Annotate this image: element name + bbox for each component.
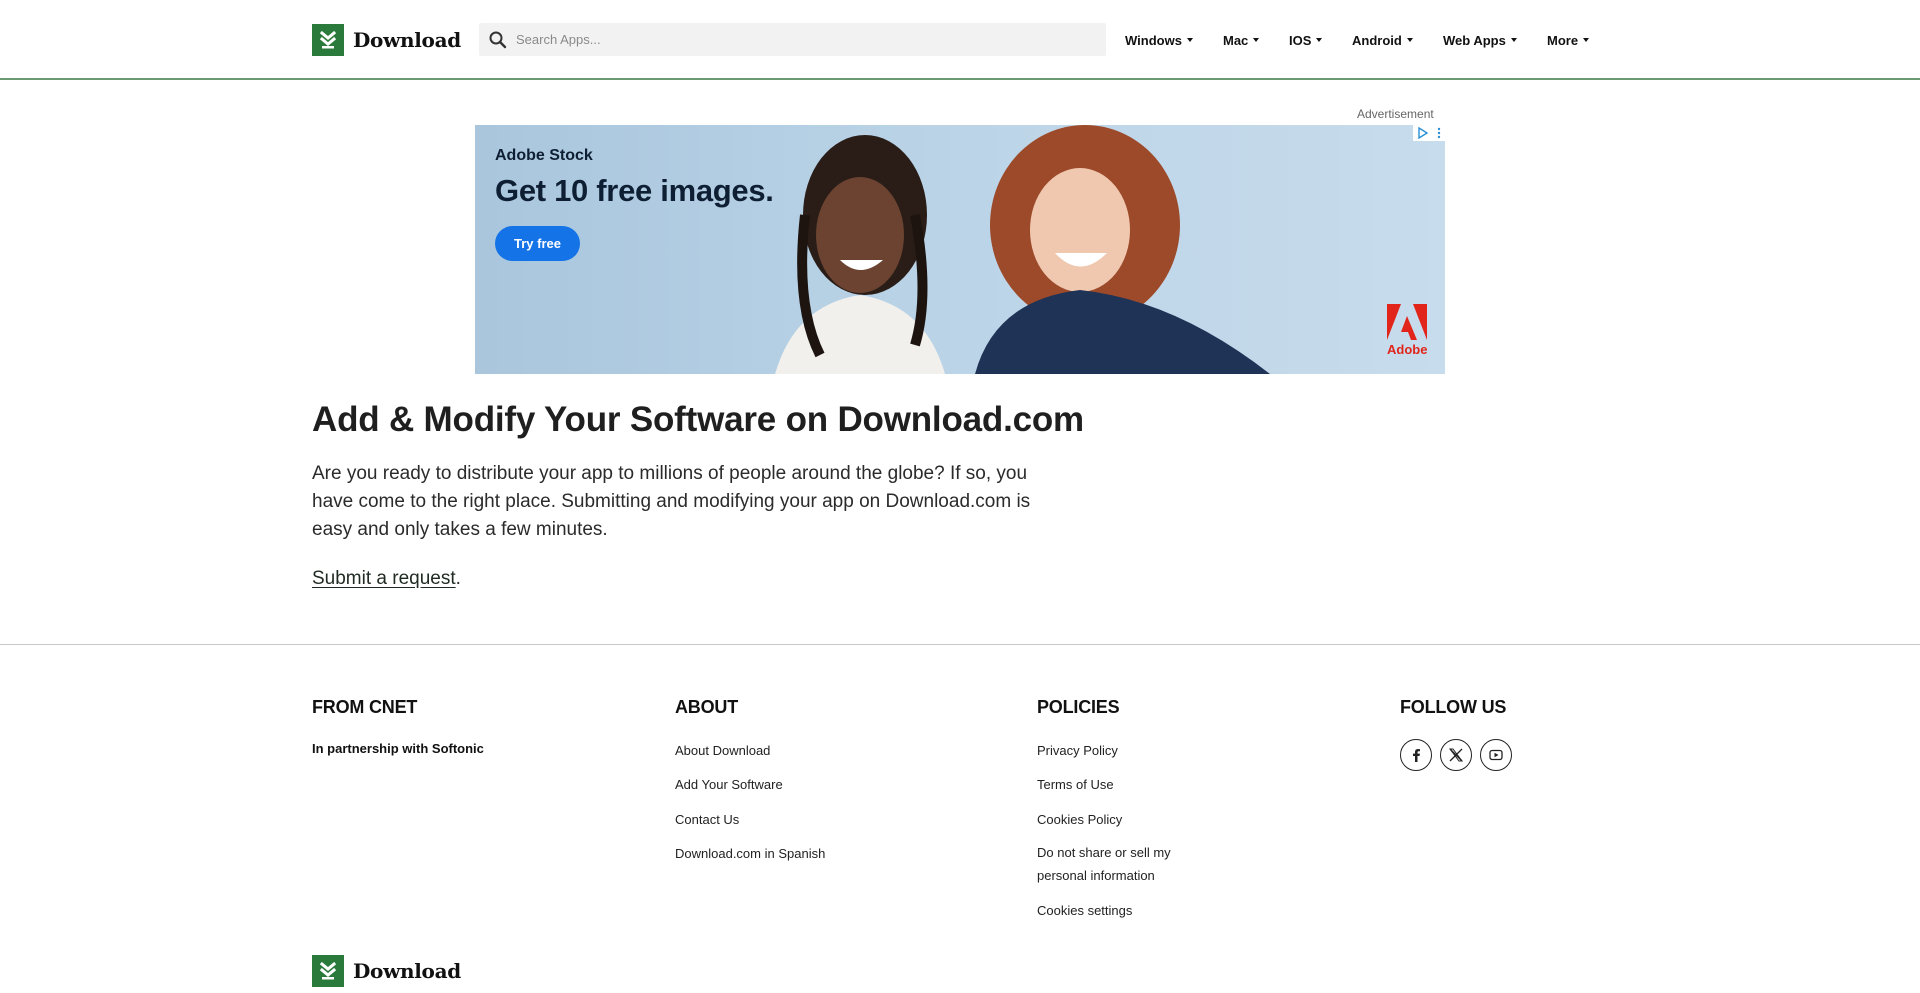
footer-policies-title: POLICIES: [1037, 697, 1120, 717]
advertisement-label: Advertisement: [1357, 107, 1434, 121]
footer-from-cnet-title: FROM CNET: [312, 697, 418, 717]
footer-link-about-download[interactable]: About Download: [675, 739, 770, 762]
search-icon: [489, 31, 507, 48]
footer-link-contact-us[interactable]: Contact Us: [675, 808, 739, 831]
footer-link-do-not-sell[interactable]: Do not share or sell my personal informa…: [1037, 841, 1207, 887]
nav-more[interactable]: More: [1547, 30, 1590, 50]
submit-line: Submit a request.: [312, 568, 461, 589]
submit-request-link[interactable]: Submit a request: [312, 568, 456, 589]
adobe-icon: [1387, 304, 1427, 340]
download-arrow-icon: [312, 24, 344, 56]
search-input[interactable]: [516, 32, 1076, 47]
ad-photo: [775, 125, 1270, 374]
youtube-icon[interactable]: [1480, 739, 1512, 771]
footer-link-add-your-software[interactable]: Add Your Software: [675, 773, 783, 796]
chevron-down-icon: [1510, 38, 1517, 42]
ad-brand: Adobe Stock: [495, 147, 593, 164]
footer-link-terms-of-use[interactable]: Terms of Use: [1037, 773, 1114, 796]
footer-follow-us-title: FOLLOW US: [1400, 697, 1507, 717]
nav-mac[interactable]: Mac: [1223, 30, 1260, 50]
site-header: Download Windows Mac IOS Android Web App…: [0, 0, 1920, 80]
chevron-down-icon: [1186, 38, 1193, 42]
ad-try-free-button[interactable]: Try free: [495, 226, 580, 261]
adobe-logo: Adobe: [1387, 304, 1427, 360]
advertisement-banner[interactable]: Adobe Stock Get 10 free images. Try free…: [475, 125, 1445, 374]
chevron-down-icon: [1316, 38, 1323, 42]
facebook-icon[interactable]: [1400, 739, 1432, 771]
chevron-down-icon: [1253, 38, 1260, 42]
footer-partnership-text: In partnership with Softonic: [312, 741, 484, 756]
logo-text: Download: [353, 28, 461, 52]
download-arrow-icon: [312, 955, 344, 987]
chevron-down-icon: [1583, 38, 1590, 42]
footer-link-privacy-policy[interactable]: Privacy Policy: [1037, 739, 1118, 762]
nav-web-apps[interactable]: Web Apps: [1443, 30, 1517, 50]
footer-divider: [0, 644, 1920, 645]
footer-logo[interactable]: Download: [312, 955, 461, 987]
nav-windows[interactable]: Windows: [1125, 30, 1193, 50]
footer-link-cookies-policy[interactable]: Cookies Policy: [1037, 808, 1122, 831]
footer-logo-text: Download: [353, 959, 461, 983]
page-title: Add & Modify Your Software on Download.c…: [312, 400, 1084, 439]
footer-link-cookies-settings[interactable]: Cookies settings: [1037, 899, 1132, 922]
footer-about-title: ABOUT: [675, 697, 738, 717]
ad-headline: Get 10 free images.: [495, 173, 774, 208]
intro-paragraph: Are you ready to distribute your app to …: [312, 463, 1031, 540]
nav-ios[interactable]: IOS: [1289, 30, 1323, 50]
site-logo[interactable]: Download: [312, 24, 461, 56]
search-bar[interactable]: [479, 23, 1106, 56]
adobe-wordmark: Adobe: [1387, 342, 1428, 357]
ad-choices-icon[interactable]: [1413, 125, 1445, 141]
chevron-down-icon: [1406, 38, 1413, 42]
footer-link-spanish[interactable]: Download.com in Spanish: [675, 842, 825, 865]
nav-android[interactable]: Android: [1352, 30, 1413, 50]
x-icon[interactable]: [1440, 739, 1472, 771]
